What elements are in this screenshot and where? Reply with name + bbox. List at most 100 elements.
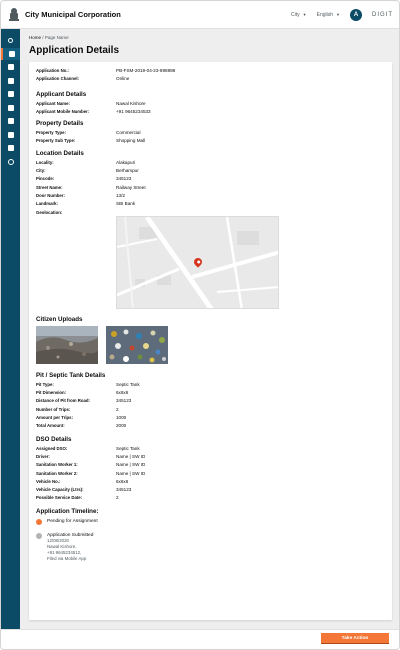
detail-row: Vehicle Capacity (Ltrs): 345123 <box>36 487 385 495</box>
detail-label: Application No.: <box>36 68 69 73</box>
search-icon <box>8 37 13 43</box>
chat-icon <box>7 64 14 70</box>
sidebar-item-search[interactable] <box>1 34 20 46</box>
sidebar-item-fsm[interactable] <box>1 129 20 141</box>
timeline-title: Pending for Assignment <box>47 518 98 524</box>
detail-label: Application Channel: <box>36 76 79 82</box>
detail-value: +91 9645234533 <box>116 108 151 114</box>
breadcrumb-home[interactable]: Home <box>29 35 41 40</box>
document-icon <box>7 91 14 97</box>
detail-row: Number of Trips: 2 <box>36 407 385 415</box>
chart-icon <box>7 118 14 124</box>
user-avatar[interactable]: A <box>350 8 362 21</box>
applicant-section: Applicant Name: Nawal Kishore Applicant Mo… <box>36 101 385 118</box>
detail-value: 6x6x6 <box>116 478 129 484</box>
detail-label: Property Sub Type: <box>36 138 76 144</box>
detail-row: Sanitation Worker 2: Name | SW ID <box>36 471 385 479</box>
detail-row: Driver: Name | SW ID <box>36 454 385 462</box>
detail-value: Name | SW ID <box>116 462 146 468</box>
sidebar-item-complaints[interactable] <box>1 61 20 73</box>
detail-value: 13/2 <box>116 192 125 198</box>
city-dropdown-label: City <box>291 11 300 18</box>
take-action-button[interactable]: Take Action <box>321 633 389 644</box>
upload-photo-2[interactable] <box>106 325 168 364</box>
detail-value: PB-FSM-2019-04-23-898898 <box>116 68 176 73</box>
geolocation-map[interactable] <box>116 215 279 309</box>
detail-label: Distance of Pit from Road: <box>36 398 90 404</box>
dso-heading: DSO Details <box>36 435 72 443</box>
detail-row: Possible Service Date: 2 <box>36 495 385 503</box>
detail-value: Commercial <box>116 130 141 136</box>
detail-label: Property Type: <box>36 130 67 136</box>
corporation-name: City Municipal Corporation <box>25 10 121 19</box>
sidebar <box>1 29 20 629</box>
language-dropdown[interactable]: English ▼ <box>317 12 340 18</box>
detail-row: Street Name: Railway Street <box>36 185 385 193</box>
sidebar-item-trade[interactable] <box>1 75 20 87</box>
application-section: Application No.: PB-FSM-2019-04-23-898898… <box>36 68 385 85</box>
city-dropdown[interactable]: City ▼ <box>291 12 307 18</box>
building-icon <box>7 104 14 111</box>
truck-icon <box>7 131 14 138</box>
detail-value: 345123 <box>116 487 132 493</box>
timeline-dot-icon <box>36 518 42 525</box>
digit-logo: DIGIT <box>372 11 393 18</box>
detail-row: Distance of Pit from Road: 345123 <box>36 398 385 406</box>
detail-row: Application Channel: Online <box>36 76 385 84</box>
detail-row: Applicant Mobile Number: +91 9645234533 <box>36 109 385 117</box>
detail-row: Locality: Alakapuri <box>36 160 385 168</box>
detail-label: Applicant Mobile Number: <box>36 108 90 114</box>
language-dropdown-label: English <box>316 11 334 18</box>
chevron-down-icon: ▼ <box>302 12 307 17</box>
detail-row: City: Berhampur <box>36 168 385 176</box>
citizen-uploads <box>36 325 385 364</box>
application-timeline: Pending for Assignment Application Submit… <box>36 518 385 563</box>
detail-label: Possible Service Date: <box>36 495 83 501</box>
geolocation-label: Geolocation: <box>36 209 63 215</box>
detail-row: Property Type: Commercial <box>36 130 385 138</box>
detail-row: Applicant Name: Nawal Kishore <box>36 101 385 109</box>
detail-value: 2 <box>116 406 119 412</box>
uploads-heading: Citizen Uploads <box>36 315 83 323</box>
sidebar-item-home[interactable] <box>1 47 20 60</box>
detail-label: Door Number: <box>36 192 65 198</box>
applicant-heading: Applicant Details <box>36 90 87 98</box>
breadcrumb: Home / Page Name <box>29 35 69 40</box>
sidebar-item-help[interactable] <box>1 156 20 168</box>
calendar-icon <box>7 145 14 151</box>
timeline-body: Application Submitted 12/08/2020 Nawal Kis… <box>47 533 93 563</box>
dso-section: Assigned DSO: Septic Tank Driver: Name | SW… <box>36 446 385 504</box>
detail-label: Amount per Trips: <box>36 415 74 421</box>
detail-label: Landmark: <box>36 201 58 207</box>
sidebar-item-reports[interactable] <box>1 115 20 127</box>
sidebar-item-property[interactable] <box>1 102 20 114</box>
detail-label: Sanitation Worker 2: <box>36 470 78 476</box>
detail-value: 1000 <box>116 415 127 421</box>
chevron-down-icon: ▼ <box>336 12 340 17</box>
detail-row: Pit Dimension: 6x6x6 <box>36 390 385 398</box>
location-section: Locality: Alakapuri City: Berhampur Pincode:… <box>36 160 385 210</box>
detail-label: Applicant Name: <box>36 100 70 106</box>
main-content: Home / Page Name Application Details App… <box>20 29 399 629</box>
top-bar: City Municipal Corporation City ▼ Englis… <box>1 1 399 29</box>
upload-photo-1[interactable] <box>36 325 98 364</box>
detail-row: Sanitation Worker 1: Name | SW ID <box>36 462 385 470</box>
detail-label: Total Amount: <box>36 423 65 429</box>
detail-value: Septic Tank <box>116 381 140 387</box>
sidebar-item-documents[interactable] <box>1 88 20 100</box>
home-icon <box>8 50 15 57</box>
detail-label: Sanitation Worker 1: <box>36 462 78 468</box>
top-bar-controls: City ▼ English ▼ A DIGIT <box>291 8 393 21</box>
detail-row: Vehicle No.: 6x6x6 <box>36 479 385 487</box>
app-window: City Municipal Corporation City ▼ Englis… <box>0 0 400 650</box>
detail-row: Total Amount: 2000 <box>36 423 385 431</box>
property-section: Property Type: Commercial Property Sub Typ… <box>36 130 385 147</box>
briefcase-icon <box>7 77 14 84</box>
detail-value: SBI Bank <box>116 201 136 207</box>
detail-label: Number of Trips: <box>36 406 71 412</box>
breadcrumb-current: Page Name <box>44 35 69 40</box>
timeline-body: Pending for Assignment <box>47 519 98 524</box>
sidebar-item-calendar[interactable] <box>1 142 20 154</box>
detail-value: Name | SW ID <box>116 470 146 476</box>
property-heading: Property Details <box>36 120 84 128</box>
